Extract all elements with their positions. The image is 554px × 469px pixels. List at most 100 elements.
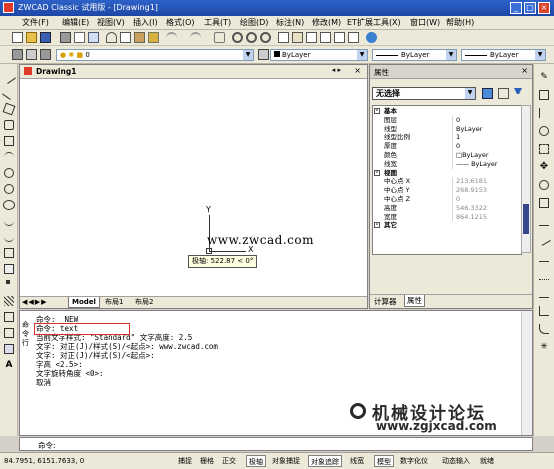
trim-icon[interactable] — [537, 232, 551, 246]
polyline-icon[interactable] — [2, 102, 16, 116]
menu-dimension[interactable]: 标注(N) — [276, 17, 304, 28]
mtext-icon[interactable]: A — [4, 360, 14, 370]
property-category[interactable]: - 视图 — [374, 169, 520, 178]
property-value[interactable]: 864.1215 — [456, 213, 487, 222]
menu-insert[interactable]: 插入(I) — [133, 17, 158, 28]
circle-icon[interactable] — [4, 168, 14, 178]
status-toggle[interactable]: 栅格 — [198, 455, 216, 467]
property-row[interactable]: 宽度 864.1215 — [374, 212, 520, 222]
selection-combo[interactable]: 无选择 ▼ — [372, 87, 476, 100]
insert-block-icon[interactable] — [4, 248, 14, 258]
tool-palette-icon[interactable] — [306, 32, 317, 43]
tab-nav-arrows[interactable]: ◀◀▶▶ — [22, 297, 48, 307]
tab-layout1[interactable]: 布局1 — [102, 297, 126, 307]
fillet-icon[interactable] — [539, 324, 549, 334]
property-row[interactable]: 高度 546.3322 — [374, 203, 520, 213]
explode-icon[interactable]: ✳ — [539, 342, 549, 352]
save-icon[interactable] — [40, 32, 51, 43]
revcloud-icon[interactable] — [4, 184, 14, 194]
property-category[interactable]: - 基本 — [374, 107, 520, 116]
design-center-icon[interactable] — [292, 32, 303, 43]
menu-help[interactable]: 帮助(H) — [446, 17, 474, 28]
point-icon[interactable] — [6, 280, 10, 284]
make-current-layer-icon[interactable] — [258, 49, 269, 60]
property-value[interactable]: □ByLayer — [456, 151, 489, 160]
linetype-combo[interactable]: ByLayer ▼ — [372, 49, 457, 61]
break-icon[interactable] — [539, 270, 549, 280]
maximize-button[interactable]: □ — [524, 2, 536, 14]
property-row[interactable]: 中心点 X 213.6181 — [374, 177, 520, 187]
minimize-button[interactable]: _ — [510, 2, 522, 14]
tab-calculator[interactable]: 计算器 — [374, 296, 397, 307]
ellipse-arc-icon[interactable] — [4, 232, 14, 242]
array-icon[interactable] — [539, 144, 549, 154]
hatch-icon[interactable] — [4, 296, 14, 306]
undo-icon[interactable] — [166, 32, 177, 43]
property-scrollbar[interactable] — [521, 105, 531, 253]
zoom-realtime-icon[interactable] — [232, 32, 243, 43]
collapse-icon[interactable]: - — [374, 108, 380, 114]
status-toggle[interactable]: 对象追踪 — [308, 455, 342, 467]
close-palette-icon[interactable]: × — [521, 66, 528, 75]
erase-icon[interactable]: ✎ — [539, 72, 549, 82]
command-scrollbar[interactable] — [521, 311, 532, 435]
table-icon[interactable] — [4, 344, 14, 354]
property-value[interactable]: 1 — [456, 133, 460, 142]
polygon-icon[interactable] — [4, 120, 14, 130]
drawing-text-entity[interactable]: www.zwcad.com — [207, 233, 314, 247]
drawing-tab-title[interactable]: Drawing1 — [36, 67, 76, 76]
scrollbar-thumb[interactable] — [523, 204, 529, 234]
join-icon[interactable] — [539, 288, 549, 298]
menu-window[interactable]: 窗口(W) — [410, 17, 440, 28]
tab-model[interactable]: Model — [68, 297, 100, 308]
rotate-icon[interactable] — [539, 180, 549, 190]
property-row[interactable]: 线宽 —— ByLayer — [374, 159, 520, 169]
line-icon[interactable] — [2, 70, 16, 84]
property-value[interactable]: 546.3322 — [456, 204, 487, 213]
zoom-previous-icon[interactable] — [260, 32, 271, 43]
offset-icon[interactable] — [539, 126, 549, 136]
copy-object-icon[interactable] — [539, 90, 549, 100]
status-toggle[interactable]: 线宽 — [348, 455, 366, 467]
paste-icon[interactable] — [134, 32, 145, 43]
menu-edit[interactable]: 编辑(E) — [62, 17, 89, 28]
property-row[interactable]: 中心点 Y 268.9153 — [374, 186, 520, 195]
filter-icon[interactable] — [514, 88, 522, 94]
property-row[interactable]: 颜色 □ByLayer — [374, 151, 520, 160]
command-input[interactable]: 命令: — [19, 437, 533, 451]
menu-format[interactable]: 格式(O) — [166, 17, 195, 28]
sheet-set-icon[interactable] — [320, 32, 331, 43]
property-value[interactable]: 0 — [456, 116, 460, 125]
color-combo[interactable]: ByLayer ▼ — [270, 49, 368, 61]
menu-draw[interactable]: 绘图(D) — [240, 17, 268, 28]
extend-icon[interactable] — [539, 252, 549, 262]
xline-icon[interactable] — [2, 86, 16, 100]
chamfer-icon[interactable] — [539, 306, 549, 316]
status-toggle[interactable]: 模型 — [374, 455, 394, 467]
property-value[interactable]: ByLayer — [456, 125, 482, 134]
open-icon[interactable] — [26, 32, 37, 43]
menu-et-tools[interactable]: ET扩展工具(X) — [347, 17, 401, 28]
menu-file[interactable]: 文件(F) — [22, 17, 49, 28]
collapse-icon[interactable]: - — [374, 169, 380, 176]
property-row[interactable]: 中心点 Z 0 — [374, 195, 520, 204]
ellipse-icon[interactable] — [3, 200, 15, 210]
property-row[interactable]: 厚度 0 — [374, 142, 520, 151]
status-toggle[interactable]: 动态输入 — [440, 455, 472, 467]
close-button[interactable]: × — [538, 2, 550, 14]
collapse-icon[interactable]: - — [374, 222, 380, 229]
layer-combo[interactable]: ● ✺ ■ 0 ▼ — [56, 49, 254, 61]
arc-icon[interactable] — [4, 152, 14, 162]
layer-manager-icon[interactable] — [12, 49, 23, 60]
property-value[interactable]: 268.9153 — [456, 186, 487, 195]
property-value[interactable]: 0 — [456, 195, 460, 204]
menu-view[interactable]: 视图(V) — [97, 17, 125, 28]
quick-select-icon[interactable] — [482, 88, 493, 99]
property-value[interactable]: —— ByLayer — [456, 160, 498, 169]
pan-icon[interactable] — [214, 32, 225, 43]
mirror-icon[interactable] — [539, 108, 549, 118]
spline-icon[interactable] — [4, 216, 14, 226]
property-value[interactable]: 213.6181 — [456, 177, 487, 186]
layer-state-icon[interactable] — [40, 49, 51, 60]
select-objects-icon[interactable] — [498, 88, 509, 99]
